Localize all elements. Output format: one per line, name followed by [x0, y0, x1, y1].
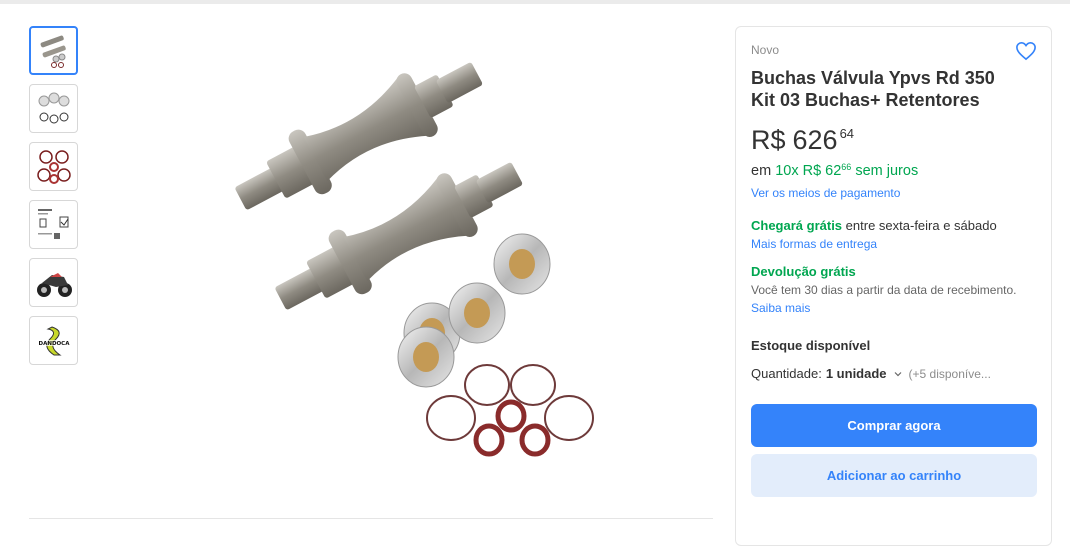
motorcycle-image-icon	[36, 272, 72, 297]
installments-value: 10x R$ 62	[775, 163, 842, 179]
thumbnail-brand-logo[interactable]: DANDOCA	[29, 316, 78, 365]
valve-image-icon	[40, 35, 66, 68]
product-title: Buchas Válvula Ypvs Rd 350 Kit 03 Buchas…	[751, 68, 995, 110]
installments-prefix: em	[751, 163, 772, 179]
buy-now-button[interactable]: Comprar agora	[751, 404, 1037, 447]
thumbnail-gallery: DANDOCA	[29, 26, 79, 374]
main-product-image[interactable]	[195, 30, 615, 480]
free-returns-title: Devolução grátis	[751, 264, 856, 279]
chevron-down-icon	[894, 372, 901, 377]
installments: em 10x R$ 6266 sem juros	[751, 158, 1036, 180]
add-to-cart-button[interactable]: Adicionar ao carrinho	[751, 454, 1037, 497]
condition-label: Novo	[751, 43, 780, 57]
price-amount: 626	[792, 125, 838, 155]
buy-box: Novo Buchas Válvula Ypvs Rd 350 Kit 03 B…	[735, 26, 1052, 546]
thumbnail-diagram[interactable]	[29, 200, 78, 249]
thumbnail-valves[interactable]	[29, 26, 78, 75]
svg-text:DANDOCA: DANDOCA	[38, 341, 70, 347]
bushing-image-icon	[38, 92, 69, 123]
favorite-heart-icon[interactable]	[1015, 41, 1037, 61]
top-bar	[0, 0, 1070, 4]
shipping-dates: entre sexta-feira e sábado	[845, 218, 997, 233]
thumbnail-bushings[interactable]	[29, 84, 78, 133]
quantity-label: Quantidade:	[751, 366, 822, 381]
brand-logo-icon: DANDOCA	[36, 325, 71, 355]
quantity-selector[interactable]: Quantidade: 1 unidade (+5 disponíve...	[751, 366, 1036, 382]
price: R$ 626 64	[751, 124, 1036, 156]
stock-title: Estoque disponível	[751, 338, 871, 353]
available-count: (+5 disponíve...	[908, 367, 991, 381]
thumbnail-motorcycle[interactable]	[29, 258, 78, 307]
price-cents: 64	[839, 126, 855, 141]
thumbnail-seals[interactable]	[29, 142, 78, 191]
installments-cents: 66	[841, 162, 852, 172]
free-shipping-label: Chegará grátis	[751, 218, 843, 233]
shipping-info: Chegará grátis entre sexta-feira e sábad…	[751, 218, 1036, 234]
valve-kit-illustration	[235, 62, 594, 457]
returns-description: Você tem 30 dias a partir da data de rec…	[751, 283, 1017, 297]
price-currency: R$	[751, 125, 786, 155]
diagram-image-icon	[37, 208, 68, 239]
seal-rings-icon	[36, 149, 71, 184]
quantity-value: 1 unidade	[825, 366, 887, 381]
content-divider	[29, 518, 713, 519]
learn-more-link[interactable]: Saiba mais	[751, 301, 1036, 316]
installments-suffix: sem juros	[855, 163, 919, 179]
delivery-options-link[interactable]: Mais formas de entrega	[751, 237, 1036, 252]
payment-methods-link[interactable]: Ver os meios de pagamento	[751, 186, 1036, 201]
